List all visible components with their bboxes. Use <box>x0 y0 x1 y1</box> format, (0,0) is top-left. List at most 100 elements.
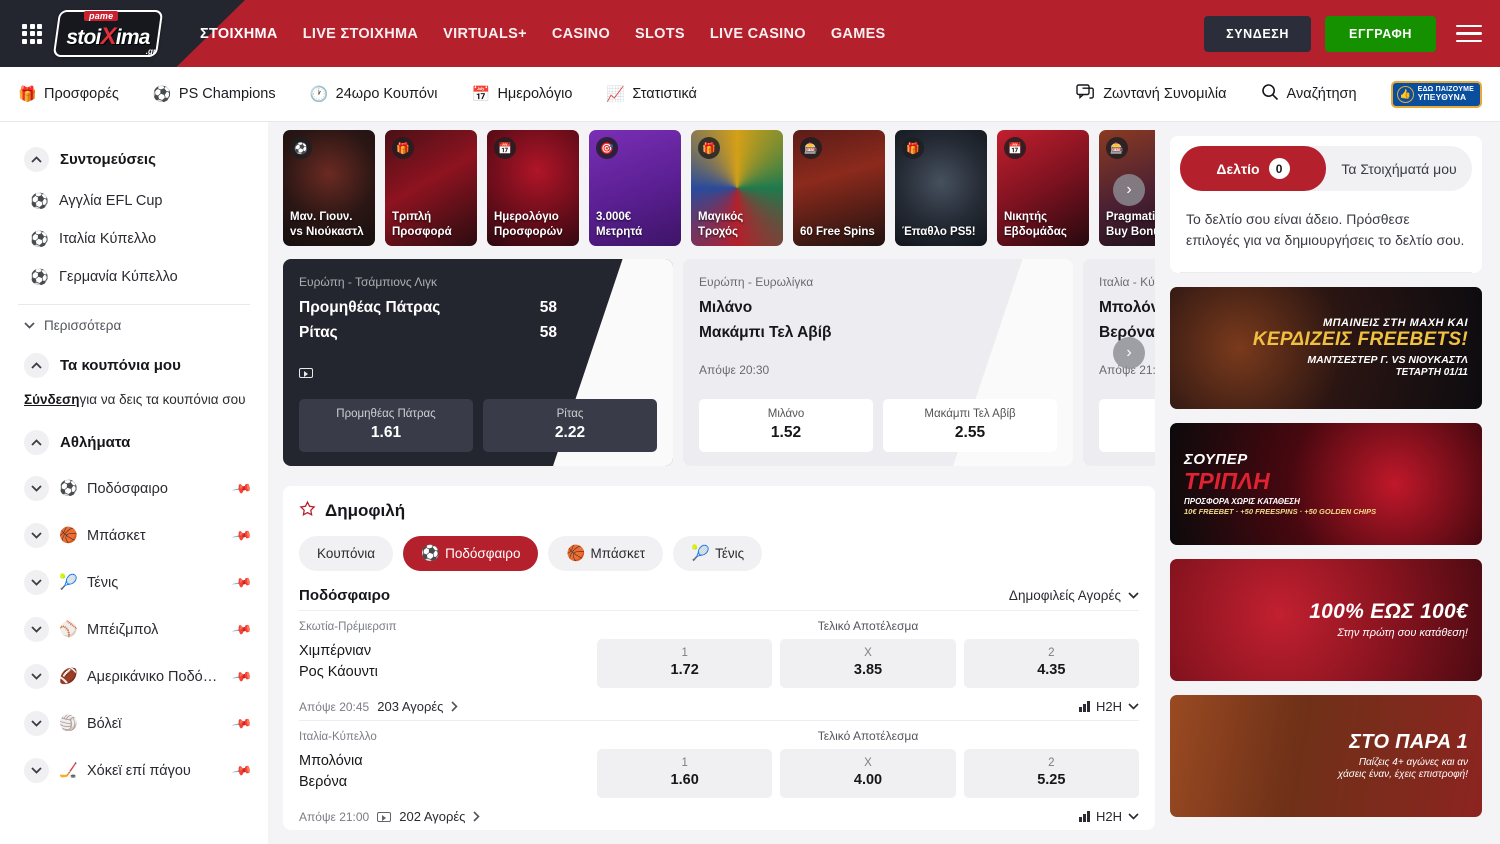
pin-icon[interactable]: 📌 <box>231 618 253 640</box>
match-time-2: Απόψε 21:00 <box>299 810 369 824</box>
sidebar-item-tennis[interactable]: 🎾 Τένις 📌 <box>18 559 250 606</box>
tab-tennis[interactable]: 🎾 Τένις <box>673 536 762 571</box>
nav-item-games[interactable]: GAMES <box>831 26 886 42</box>
odd-button-2-home[interactable]: 1 1.60 <box>597 749 772 798</box>
pin-icon[interactable]: 📌 <box>231 759 253 781</box>
responsible-gaming-badge[interactable]: 👍 ΕΔΩ ΠΑΙΖΟΥΜΕ ΥΠΕΥΘΥΝΑ <box>1391 81 1482 108</box>
featured-away-score-1: 58 <box>540 324 557 342</box>
live-chat-button[interactable]: Ζωντανή Συνομιλία <box>1076 84 1226 105</box>
featured-odd-button-1a[interactable]: Προμηθέας Πάτρας 1.61 <box>299 399 473 452</box>
featured-odd-button-2b[interactable]: Μακάμπι Τελ Αβίβ 2.55 <box>883 399 1057 452</box>
sidebar-item-baseball[interactable]: ⚾ Μπέιζμπολ 📌 <box>18 606 250 653</box>
subnav-item-imerologio[interactable]: 📅 Ημερολόγιο <box>471 86 572 102</box>
chevron-up-icon <box>24 353 49 378</box>
featured-odd-button-1b[interactable]: Ρίτας 2.22 <box>483 399 657 452</box>
tv-icon <box>377 812 391 822</box>
sidebar-item-volley[interactable]: 🏐 Βόλεϊ 📌 <box>18 700 250 747</box>
tab-koupónia[interactable]: Κουπόνια <box>299 536 393 571</box>
nav-item-casino[interactable]: CASINO <box>552 26 610 42</box>
chevron-down-icon <box>1128 813 1139 820</box>
login-button[interactable]: ΣΥΝΔΕΣΗ <box>1204 16 1311 52</box>
chevron-down-icon[interactable] <box>24 523 49 548</box>
shortcuts-more-button[interactable]: Περισσότερα <box>18 309 250 342</box>
featured-odd-button-3a[interactable]: 1 1.60 <box>1099 399 1155 452</box>
promo-card-magikos-trochos[interactable]: 🎁 Μαγικός Τροχός <box>691 130 783 246</box>
sidebar-item-basket[interactable]: 🏀 Μπάσκετ 📌 <box>18 512 250 559</box>
subnav-item-ps-champions[interactable]: ⚽ PS Champions <box>153 86 276 102</box>
pin-icon[interactable]: 📌 <box>231 712 253 734</box>
featured-carousel-next-button[interactable]: › <box>1113 337 1145 369</box>
banner-sto-para-1[interactable]: ΣΤΟ ΠΑΡΑ 1 Παίζεις 4+ αγώνες και αν χάσε… <box>1170 695 1482 817</box>
match-markets-count-2[interactable]: 202 Αγορές <box>399 809 465 824</box>
nav-item-stoixima[interactable]: ΣΤΟΙΧΗΜΑ <box>200 26 278 42</box>
sidebar-item-italia-kypello[interactable]: ⚽ Ιταλία Κύπελλο <box>18 220 250 258</box>
signup-button[interactable]: ΕΓΓΡΑΦΗ <box>1325 16 1436 52</box>
chevron-down-icon[interactable] <box>24 570 49 595</box>
chevron-down-icon[interactable] <box>24 476 49 501</box>
banner-100-percent[interactable]: 100% ΕΩΣ 100€ Στην πρώτη σου κατάθεση! <box>1170 559 1482 681</box>
featured-odd-button-2a[interactable]: Μιλάνο 1.52 <box>699 399 873 452</box>
coupons-login-link[interactable]: Σύνδεση <box>24 392 80 407</box>
bar-chart-icon <box>1079 701 1090 712</box>
promo-card-ps-champions[interactable]: ⚽ Μαν. Γιουν. vs Νιούκαστλ <box>283 130 375 246</box>
chevron-down-icon[interactable] <box>24 711 49 736</box>
pin-icon[interactable]: 📌 <box>231 665 253 687</box>
featured-match-card-2[interactable]: Ευρώπη - Ευρωλίγκα Μιλάνο Μακάμπι Τελ Αβ… <box>683 259 1073 466</box>
table-row[interactable]: Ιταλία-Κύπελλο Μπολόνια Βερόνα Τελικό Απ… <box>299 720 1139 830</box>
featured-match-card-1[interactable]: Ευρώπη - Τσάμπιονς Λιγκ Προμηθέας Πάτρας… <box>283 259 673 466</box>
promo-card-epathlo-ps5[interactable]: 🎁 Έπαθλο PS5! <box>895 130 987 246</box>
sidebar-item-american-football[interactable]: 🏈 Αμερικάνικο Ποδόσ… 📌 <box>18 653 250 700</box>
banner-ps-champions[interactable]: ΜΠΑΙΝΕΙΣ ΣΤΗ ΜΑΧΗ ΚΑΙ ΚΕΡΔΙΖΕΙΣ FREEBETS… <box>1170 287 1482 409</box>
nav-item-live-casino[interactable]: LIVE CASINO <box>710 26 806 42</box>
chevron-down-icon[interactable] <box>24 758 49 783</box>
sports-section-header[interactable]: Αθλήματα <box>18 419 250 465</box>
h2h-button-1[interactable]: H2H <box>1079 699 1139 714</box>
tab-podosfairo[interactable]: ⚽ Ποδόσφαιρο <box>403 536 538 571</box>
subnav-item-prosfores[interactable]: 🎁 Προσφορές <box>18 86 119 102</box>
nav-item-virtuals[interactable]: VIRTUALS+ <box>443 26 527 42</box>
sidebar-item-germania-kypello[interactable]: ⚽ Γερμανία Κύπελλο <box>18 258 250 296</box>
subnav-item-statistika[interactable]: 📈 Στατιστικά <box>606 86 696 102</box>
my-coupons-section-header[interactable]: Τα κουπόνια μου <box>18 342 250 388</box>
pin-icon[interactable]: 📌 <box>231 571 253 593</box>
nav-item-live-stoixima[interactable]: LIVE ΣΤΟΙΧΗΜΑ <box>303 26 418 42</box>
pin-icon[interactable]: 📌 <box>231 524 253 546</box>
promo-card-3000-metrita[interactable]: 🎯 3.000€ Μετρητά <box>589 130 681 246</box>
chevron-right-icon[interactable] <box>473 811 480 822</box>
tab-betslip[interactable]: Δελτίο 0 <box>1180 146 1326 191</box>
market-selector[interactable]: Δημοφιλείς Αγορές <box>1009 588 1139 603</box>
promo-card-nikitis-evdomadas[interactable]: 📅 Νικητής Εβδομάδας <box>997 130 1089 246</box>
odd-button-2-away[interactable]: 2 5.25 <box>964 749 1139 798</box>
tab-basket[interactable]: 🏀 Μπάσκετ <box>548 536 663 571</box>
match-markets-count-1[interactable]: 203 Αγορές <box>377 699 443 714</box>
h2h-button-2[interactable]: H2H <box>1079 809 1139 824</box>
chevron-right-icon[interactable] <box>451 701 458 712</box>
nav-item-slots[interactable]: SLOTS <box>635 26 685 42</box>
sidebar-item-ice-hockey[interactable]: 🏒 Χόκεϊ επί πάγου 📌 <box>18 747 250 794</box>
odd-button-1-home[interactable]: 1 1.72 <box>597 639 772 688</box>
table-row[interactable]: Σκωτία-Πρέμιερσιπ Χιμπέρνιαν Ρος Κάουντι… <box>299 610 1139 720</box>
hamburger-menu-icon[interactable] <box>1456 25 1482 43</box>
sidebar-item-efl-cup[interactable]: ⚽ Αγγλία EFL Cup <box>18 182 250 220</box>
popular-header: Δημοφιλή <box>299 500 1139 522</box>
subnav-item-24oro-koupon[interactable]: 🕐 24ωρο Κουπόνι <box>310 86 438 102</box>
search-button[interactable]: Αναζήτηση <box>1261 83 1357 105</box>
promo-card-imerologio-prosforwn[interactable]: 📅 Ημερολόγιο Προσφορών <box>487 130 579 246</box>
odd-button-1-draw[interactable]: X 3.85 <box>780 639 955 688</box>
sidebar-item-podosfairo[interactable]: ⚽ Ποδόσφαιρο 📌 <box>18 465 250 512</box>
apps-grid-icon[interactable] <box>22 24 42 44</box>
chevron-down-icon[interactable] <box>24 617 49 642</box>
sport-label-baseball: Μπέιζμπολ <box>87 622 224 638</box>
odd-button-2-draw[interactable]: X 4.00 <box>780 749 955 798</box>
promo-carousel-next-button[interactable]: › <box>1113 174 1145 206</box>
odd-button-1-away[interactable]: 2 4.35 <box>964 639 1139 688</box>
promo-card-60-free-spins[interactable]: 🎰 60 Free Spins <box>793 130 885 246</box>
promo-badge-icon: 🎯 <box>596 137 618 159</box>
chevron-down-icon[interactable] <box>24 664 49 689</box>
promo-card-tripli-prosfora[interactable]: 🎁 Τριπλή Προσφορά <box>385 130 477 246</box>
shortcuts-section-header[interactable]: Συντομεύσεις <box>18 136 250 182</box>
tab-my-bets[interactable]: Τα Στοιχήματά μου <box>1326 146 1472 191</box>
site-logo[interactable]: pame stoiXima .gr <box>56 10 160 57</box>
pin-icon[interactable]: 📌 <box>231 477 253 499</box>
banner-super-tripli[interactable]: ΣΟΥΠΕΡ ΤΡΙΠΛΗ ΠΡΟΣΦΟΡΑ ΧΩΡΙΣ ΚΑΤΑΘΕΣΗ 10… <box>1170 423 1482 545</box>
